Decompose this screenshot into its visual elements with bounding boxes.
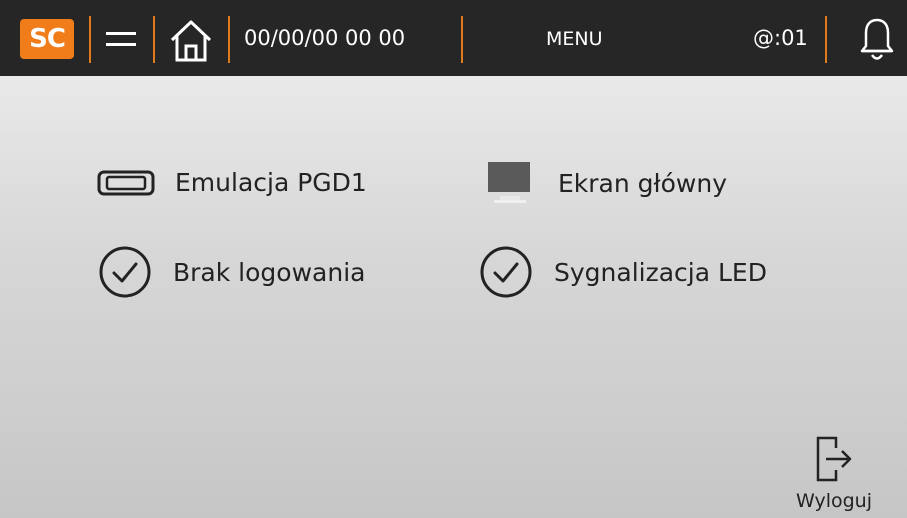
item-pgd1-emulation[interactable]: Emulacja PGD1 — [97, 164, 367, 200]
separator — [825, 16, 827, 63]
item-main-screen[interactable]: Ekran główny — [486, 160, 727, 206]
item-label: Sygnalizacja LED — [554, 257, 767, 287]
menu-icon[interactable] — [106, 28, 136, 52]
logout-label: Wyloguj — [796, 490, 872, 512]
top-bar: SC 00/00/00 00 00 MENU @:01 — [0, 0, 907, 76]
separator — [89, 16, 91, 63]
item-label: Emulacja PGD1 — [175, 167, 367, 197]
main-panel: Emulacja PGD1 Ekran główny Brak logowani… — [0, 76, 907, 518]
datetime-display: 00/00/00 00 00 — [244, 26, 406, 50]
user-indicator: @:01 — [753, 26, 808, 50]
separator — [461, 16, 463, 63]
item-no-login[interactable]: Brak logowania — [97, 244, 365, 300]
check-circle-icon — [480, 246, 532, 298]
monitor-icon — [488, 162, 530, 203]
separator — [153, 16, 155, 63]
separator — [228, 16, 230, 63]
home-icon[interactable] — [168, 18, 214, 62]
bell-icon[interactable] — [858, 16, 896, 64]
logout-icon — [816, 436, 852, 482]
logout-button[interactable]: Wyloguj — [796, 430, 872, 512]
logo-text: SC — [29, 24, 66, 54]
display-device-icon — [97, 170, 155, 196]
item-label: Brak logowania — [173, 257, 366, 287]
check-circle-icon — [99, 246, 151, 298]
page-title: MENU — [546, 28, 603, 50]
item-led-signaling[interactable]: Sygnalizacja LED — [478, 244, 767, 300]
brand-logo: SC — [20, 19, 74, 59]
item-label: Ekran główny — [558, 168, 728, 198]
